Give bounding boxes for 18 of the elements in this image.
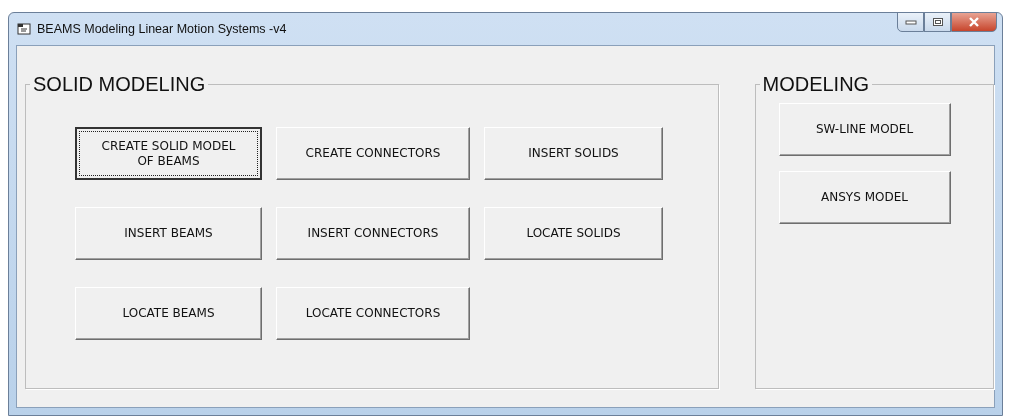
command-button[interactable]: LOCATE CONNECTORS xyxy=(276,287,470,340)
window-title: BEAMS Modeling Linear Motion Systems -v4 xyxy=(37,22,287,36)
close-button[interactable] xyxy=(951,12,997,32)
command-button[interactable]: INSERT SOLIDS xyxy=(484,127,663,180)
minimize-icon xyxy=(904,19,917,25)
command-button[interactable]: CREATE CONNECTORS xyxy=(276,127,470,180)
command-button[interactable]: LOCATE BEAMS xyxy=(75,287,262,340)
command-button[interactable]: INSERT CONNECTORS xyxy=(276,207,470,260)
command-button[interactable]: ANSYS MODEL xyxy=(778,171,951,224)
window-icon xyxy=(17,23,31,35)
command-button[interactable]: LOCATE SOLIDS xyxy=(484,207,663,260)
command-button[interactable]: CREATE SOLID MODEL OF BEAMS xyxy=(75,127,262,180)
maximize-button[interactable] xyxy=(924,12,951,32)
command-button[interactable]: SW-LINE MODEL xyxy=(778,103,951,156)
close-icon xyxy=(968,17,980,27)
minimize-button[interactable] xyxy=(897,12,924,32)
maximize-icon xyxy=(931,17,944,27)
command-button[interactable]: INSERT BEAMS xyxy=(75,207,262,260)
